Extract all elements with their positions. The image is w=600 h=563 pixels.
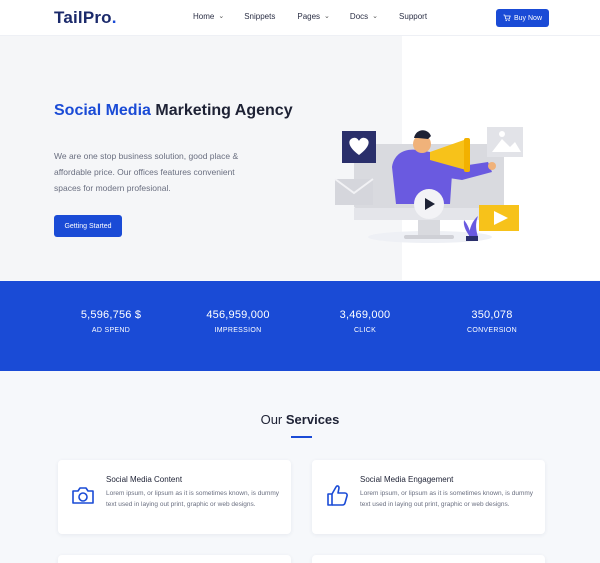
brand-logo[interactable]: TailPro. bbox=[54, 8, 117, 28]
stat-value: 350,078 bbox=[471, 309, 513, 321]
nav-item-support[interactable]: Support bbox=[399, 12, 427, 21]
stat-conversion: 350,078 CONVERSION bbox=[432, 309, 552, 334]
chevron-down-icon: ⌄ bbox=[324, 12, 330, 20]
stats-band: 5,596,756 $ AD SPEND 456,959,000 IMPRESS… bbox=[0, 281, 600, 371]
service-card-partial[interactable] bbox=[58, 555, 291, 563]
stat-label: AD SPEND bbox=[91, 327, 131, 334]
hero-description: We are one stop business solution, good … bbox=[54, 151, 239, 193]
service-card-partial[interactable] bbox=[312, 555, 545, 563]
getting-started-button[interactable]: Getting Started bbox=[54, 215, 122, 237]
stat-value: 5,596,756 $ bbox=[80, 309, 142, 321]
nav-item-home[interactable]: Home ⌄ bbox=[193, 12, 224, 21]
service-card-content[interactable]: Social Media Content Lorem ipsum, or lip… bbox=[58, 460, 291, 534]
thumbs-up-icon bbox=[327, 485, 348, 506]
card-text: Lorem ipsum, or lipsum as it is sometime… bbox=[360, 490, 534, 508]
chevron-down-icon: ⌄ bbox=[218, 12, 225, 20]
nav-item-docs[interactable]: Docs ⌄ bbox=[350, 12, 378, 21]
stat-label: CONVERSION bbox=[466, 327, 518, 334]
stat-value: 456,959,000 bbox=[206, 309, 270, 321]
service-card-engagement[interactable]: Social Media Engagement Lorem ipsum, or … bbox=[312, 460, 545, 534]
buy-now-button[interactable]: Buy Now bbox=[496, 9, 549, 27]
services-heading: Our Services bbox=[260, 412, 340, 427]
card-title: Social Media Engagement bbox=[360, 475, 454, 484]
card-text: Lorem ipsum, or lipsum as it is sometime… bbox=[106, 490, 280, 508]
chevron-down-icon: ⌄ bbox=[372, 12, 379, 20]
stat-value: 3,469,000 bbox=[339, 309, 391, 321]
stat-impression: 456,959,000 IMPRESSION bbox=[178, 309, 298, 334]
stat-ad-spend: 5,596,756 $ AD SPEND bbox=[51, 309, 171, 334]
hero-title: Social Media Marketing Agency bbox=[54, 102, 293, 119]
heading-underline bbox=[291, 436, 312, 438]
top-navbar: TailPro. Home ⌄ Snippets Pages ⌄ Docs ⌄ Sup… bbox=[0, 0, 600, 36]
camera-icon bbox=[72, 487, 94, 504]
nav-item-pages[interactable]: Pages ⌄ bbox=[297, 12, 330, 21]
marketing-illustration bbox=[334, 127, 523, 243]
main-nav: Home ⌄ Snippets Pages ⌄ Docs ⌄ Support bbox=[190, 12, 427, 21]
hero-section: Social Media Marketing Agency We are one… bbox=[0, 36, 600, 280]
nav-item-snippets[interactable]: Snippets bbox=[244, 12, 275, 21]
stat-click: 3,469,000 CLICK bbox=[305, 309, 425, 334]
stat-label: IMPRESSION bbox=[214, 327, 262, 334]
cart-icon bbox=[503, 14, 511, 22]
card-title: Social Media Content bbox=[106, 475, 183, 484]
stat-label: CLICK bbox=[353, 327, 377, 334]
